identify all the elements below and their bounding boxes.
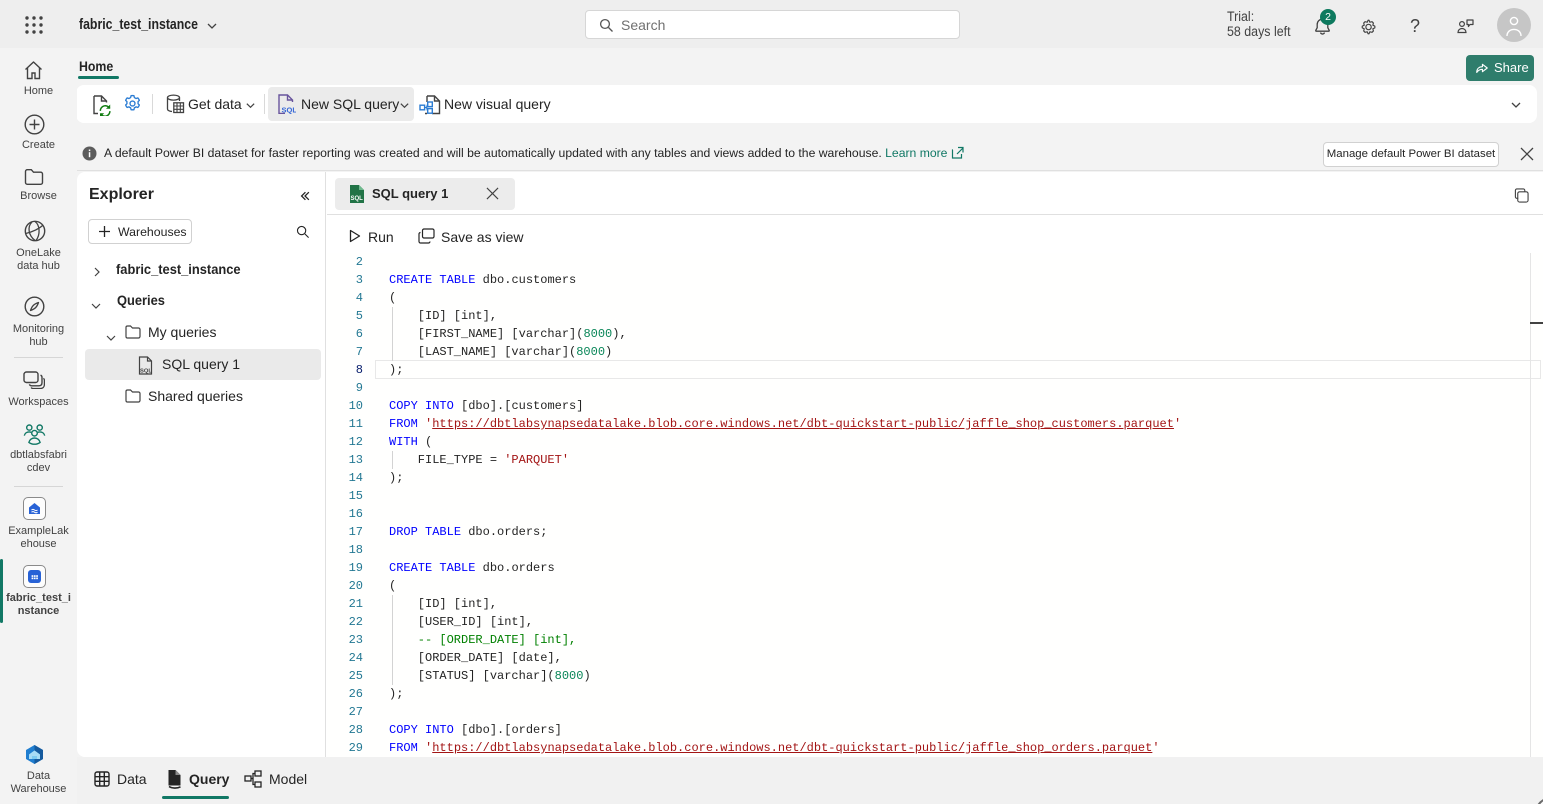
svg-text:SQL: SQL	[282, 106, 297, 115]
svg-text:SQL: SQL	[140, 369, 152, 375]
svg-text:SQL: SQL	[351, 196, 364, 202]
